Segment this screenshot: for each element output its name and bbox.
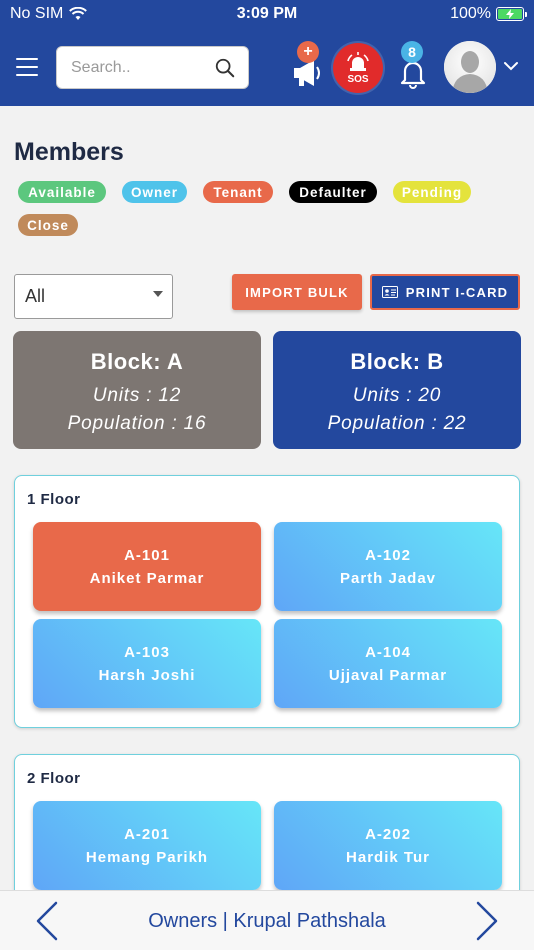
search-input[interactable] — [71, 58, 214, 77]
floor-title: 1 Floor — [27, 491, 81, 508]
block-units: Units : 12 — [92, 385, 182, 406]
battery-percent: 100% — [450, 5, 491, 22]
search-box[interactable] — [56, 46, 249, 89]
unit-card[interactable]: A-202 Hardik Tur — [274, 801, 502, 890]
floor-card: 1 Floor A-101 Aniket Parmar A-102 Parth … — [14, 475, 520, 728]
chevron-left-icon[interactable] — [34, 901, 60, 941]
notification-count-badge[interactable]: 8 — [401, 41, 423, 63]
status-right: 100% — [450, 5, 527, 23]
app-header: No SIM 3:09 PM 100% Search.. + SOS 8 — [0, 0, 534, 106]
block-card-a[interactable]: Block: A Units : 12 Population : 16 — [13, 331, 261, 449]
block-card-b[interactable]: Block: B Units : 20 Population : 22 — [273, 331, 521, 449]
caret-down-icon — [153, 291, 163, 297]
battery-icon — [496, 7, 527, 21]
user-avatar[interactable] — [444, 41, 496, 93]
block-population: Population : 16 — [67, 413, 207, 434]
user-silhouette-icon — [444, 41, 496, 93]
app-bar: + SOS 8 — [0, 28, 534, 106]
legend-pending: Pending — [393, 181, 471, 203]
legend-close: Close — [18, 214, 78, 236]
hamburger-menu-icon[interactable] — [16, 58, 38, 76]
unit-card[interactable]: A-201 Hemang Parikh — [33, 801, 261, 890]
legend-tenant: Tenant — [203, 181, 273, 203]
legend-defaulter: Defaulter — [289, 181, 377, 203]
unit-number: A-101 — [124, 547, 170, 564]
block-filter-select[interactable]: All — [14, 274, 173, 319]
unit-member-name: Aniket Parmar — [89, 570, 205, 587]
legend-available: Available — [18, 181, 106, 203]
block-title: Block: A — [90, 349, 184, 374]
alarm-icon — [347, 51, 369, 71]
unit-number: A-103 — [124, 644, 170, 661]
bottom-bar-title: Owners | Krupal Pathshala — [148, 910, 386, 932]
floor-title: 2 Floor — [27, 770, 81, 787]
unit-member-name: Hemang Parikh — [85, 849, 209, 866]
search-icon[interactable] — [214, 57, 236, 79]
sos-button[interactable]: SOS — [333, 43, 383, 93]
chevron-down-icon[interactable] — [503, 58, 519, 74]
unit-number: A-104 — [365, 644, 411, 661]
unit-card[interactable]: A-101 Aniket Parmar — [33, 522, 261, 611]
unit-member-name: Harsh Joshi — [98, 667, 196, 684]
chevron-right-icon[interactable] — [474, 901, 500, 941]
unit-number: A-102 — [365, 547, 411, 564]
sos-label: SOS — [347, 73, 369, 85]
unit-number: A-201 — [124, 826, 170, 843]
page-title: Members — [14, 138, 124, 166]
import-bulk-button[interactable]: IMPORT BULK — [232, 274, 362, 310]
unit-number: A-202 — [365, 826, 411, 843]
print-icard-button[interactable]: PRINT I-CARD — [370, 274, 520, 310]
legend-owner: Owner — [122, 181, 187, 203]
unit-card[interactable]: A-104 Ujjaval Parmar — [274, 619, 502, 708]
status-bar: No SIM 3:09 PM 100% — [0, 0, 534, 28]
print-icard-label: PRINT I-CARD — [405, 284, 509, 300]
unit-member-name: Hardik Tur — [346, 849, 430, 866]
add-announcement-badge[interactable]: + — [297, 41, 319, 63]
block-population: Population : 22 — [327, 413, 467, 434]
block-title: Block: B — [350, 349, 444, 374]
unit-card[interactable]: A-103 Harsh Joshi — [33, 619, 261, 708]
unit-member-name: Parth Jadav — [339, 570, 437, 587]
bottom-navigation-bar: Owners | Krupal Pathshala — [0, 890, 534, 950]
block-units: Units : 20 — [352, 385, 442, 406]
filter-selected-value: All — [25, 286, 46, 306]
unit-member-name: Ujjaval Parmar — [328, 667, 448, 684]
unit-card[interactable]: A-102 Parth Jadav — [274, 522, 502, 611]
id-card-icon — [381, 286, 398, 298]
